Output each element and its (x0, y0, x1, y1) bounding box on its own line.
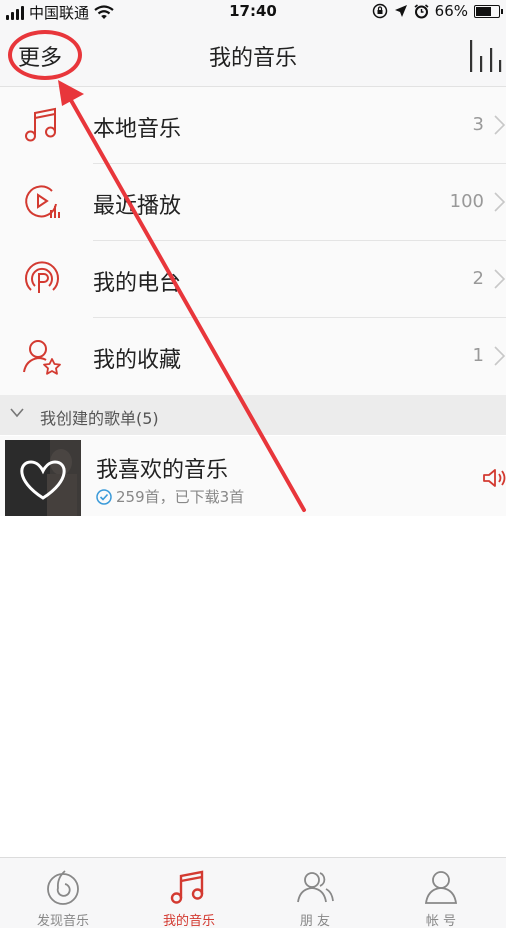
account-icon (424, 871, 458, 904)
tab-label: 发现音乐 (36, 914, 89, 929)
chevron-right-icon (494, 346, 506, 366)
recent-play-icon (25, 185, 60, 218)
playlist-section-header[interactable]: 我创建的歌单(5) (0, 395, 506, 435)
chevron-right-icon (494, 192, 506, 212)
playlist-subtitle: 259首，已下载3首 (96, 486, 244, 507)
location-icon (394, 5, 407, 17)
cover-image (5, 440, 81, 516)
menu-item-count: 2 (472, 268, 484, 289)
menu-item-label: 我的收藏 (93, 348, 182, 373)
music-note-icon (170, 870, 204, 904)
section-label: 我创建的歌单(5) (40, 409, 159, 428)
menu-item-label: 我的电台 (93, 271, 182, 296)
tab-label: 朋 友 (299, 914, 331, 929)
friends-icon (297, 872, 334, 903)
tab-discover-music[interactable]: 发现音乐 (0, 858, 126, 929)
tab-label: 帐 号 (425, 914, 457, 929)
tab-label: 我的音乐 (162, 914, 215, 929)
status-bar: 中国联通 17:40 66% (0, 0, 506, 24)
downloaded-check-icon (96, 488, 112, 505)
menu-item-recent-play[interactable]: 最近播放 100 (0, 164, 506, 241)
status-right: 66% (372, 2, 503, 20)
playlist-title: 我喜欢的音乐 (96, 458, 229, 483)
chevron-down-icon (10, 408, 24, 418)
radio-icon (25, 261, 59, 293)
playlist-cover (5, 440, 81, 516)
menu-item-count: 100 (449, 191, 484, 212)
menu-item-count: 3 (472, 114, 484, 135)
chevron-right-icon (494, 115, 506, 135)
menu-item-count: 1 (472, 345, 484, 366)
tab-my-music[interactable]: 我的音乐 (126, 858, 252, 929)
menu-item-label: 本地音乐 (93, 117, 182, 142)
discover-icon (47, 870, 79, 905)
speaker-icon[interactable] (482, 466, 506, 490)
music-note-icon (25, 107, 56, 142)
alarm-icon (414, 3, 429, 18)
tab-friends[interactable]: 朋 友 (252, 858, 378, 929)
menu-item-my-favorites[interactable]: 我的收藏 1 (0, 318, 506, 395)
tab-bar: 发现音乐 我的音乐 朋 友 帐 号 (0, 857, 506, 929)
menu-item-local-music[interactable]: 本地音乐 3 (0, 87, 506, 164)
chevron-right-icon (494, 269, 506, 289)
menu-item-label: 最近播放 (93, 194, 182, 219)
favorite-user-icon (23, 340, 61, 375)
playlist-item[interactable]: 我喜欢的音乐 259首，已下载3首 (0, 436, 506, 516)
battery-icon (474, 4, 503, 18)
battery-percent: 66% (434, 2, 468, 20)
menu-item-my-radio[interactable]: 我的电台 2 (0, 241, 506, 318)
annotation-circle (8, 30, 82, 80)
playlist-subtitle-text: 259首，已下载3首 (116, 488, 245, 506)
rotation-lock-icon (372, 3, 387, 19)
tab-account[interactable]: 帐 号 (378, 858, 504, 929)
menu-list: 本地音乐 3 最近播放 100 我的电台 2 我的收藏 1 (0, 87, 506, 395)
equalizer-icon[interactable] (470, 38, 502, 72)
